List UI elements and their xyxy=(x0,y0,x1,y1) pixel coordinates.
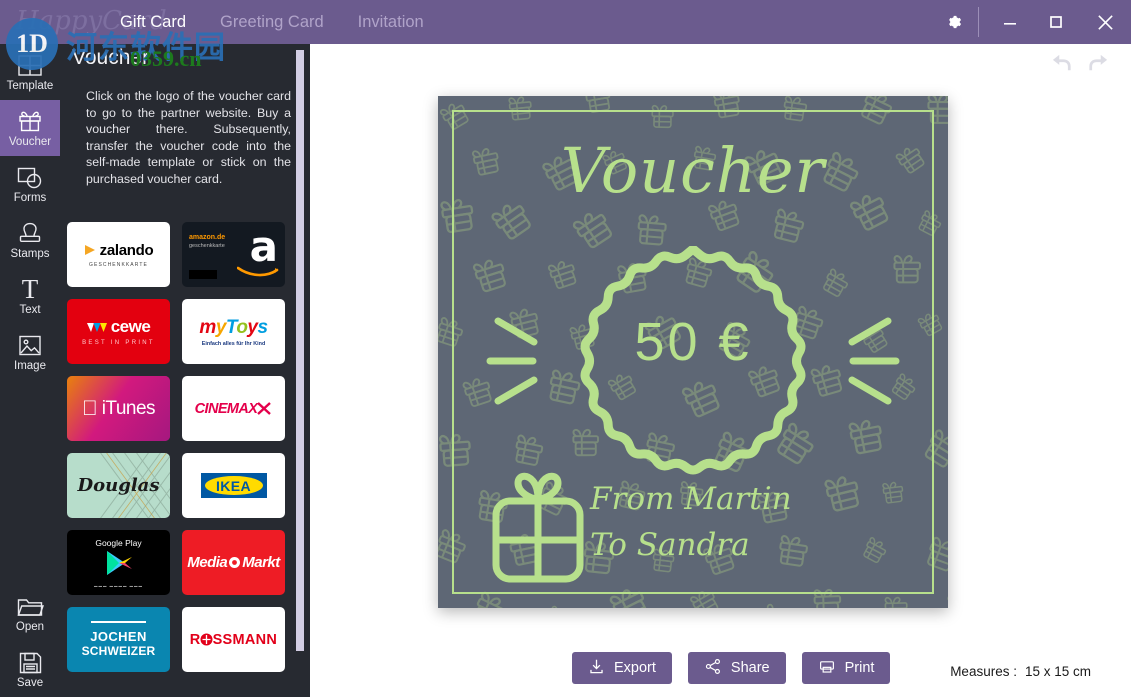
undo-button[interactable] xyxy=(1047,50,1077,80)
minimize-icon xyxy=(1002,14,1018,30)
share-icon xyxy=(704,658,722,679)
template-grid-icon xyxy=(17,52,43,78)
sidebar-item-save[interactable]: Save xyxy=(0,641,60,697)
gear-icon xyxy=(943,12,963,32)
measures-status: Measures : 15 x 15 cm xyxy=(950,664,1091,679)
maximize-icon xyxy=(1048,14,1064,30)
sidebar-item-open[interactable]: Open xyxy=(0,585,60,641)
voucher-tile[interactable]: Google Play ▬▬▬ ▬▬▬▬ ▬▬▬ xyxy=(67,530,170,595)
voucher-tile[interactable]: myToys Einfach alles für Ihr Kind xyxy=(182,299,285,364)
sidebar-item-template[interactable]: Template xyxy=(0,44,60,100)
voucher-tile[interactable]: JOCHEN SCHWEIZER xyxy=(67,607,170,672)
voucher-tile[interactable]: zalando GESCHENKKARTE xyxy=(67,222,170,287)
export-button[interactable]: Export xyxy=(572,652,672,684)
sidebar-item-label: Open xyxy=(15,621,45,633)
tab-invitation[interactable]: Invitation xyxy=(356,0,426,44)
card-amount: 50 € xyxy=(634,312,752,372)
redo-button[interactable] xyxy=(1083,50,1113,80)
share-button[interactable]: Share xyxy=(687,652,786,684)
share-label: Share xyxy=(730,660,770,676)
voucher-tile[interactable]: CINEMAX xyxy=(182,376,285,441)
print-label: Print xyxy=(844,660,875,676)
app-window: HappyCard Gift Card Greeting Card Invita… xyxy=(0,0,1131,697)
image-icon xyxy=(17,332,43,358)
voucher-tile[interactable]: iTunes xyxy=(67,376,170,441)
sidebar-item-label: Stamps xyxy=(10,248,50,260)
card-to-line: To Sandra xyxy=(590,527,750,563)
measures-value: 15 x 15 cm xyxy=(1024,664,1091,679)
left-sidebar: Template Voucher Forms Stamps T Text Ima… xyxy=(0,44,60,697)
printer-icon xyxy=(818,658,836,679)
stamp-icon xyxy=(17,220,43,246)
voucher-panel: Voucher Click on the logo of the voucher… xyxy=(60,44,310,697)
card-names: From Martin To Sandra xyxy=(590,476,890,568)
history-controls xyxy=(1047,50,1113,80)
voucher-tile[interactable]: IKEA xyxy=(182,453,285,518)
sidebar-item-stamps[interactable]: Stamps xyxy=(0,212,60,268)
panel-title: Voucher xyxy=(72,46,150,69)
settings-button[interactable] xyxy=(930,0,976,44)
main-tabs: Gift Card Greeting Card Invitation xyxy=(118,0,426,44)
sidebar-bottom-group: Open Save xyxy=(0,585,60,697)
download-icon xyxy=(588,658,605,679)
toolbar-divider xyxy=(978,7,979,37)
voucher-tile[interactable]: R SSMANN xyxy=(182,607,285,672)
folder-icon xyxy=(16,593,44,619)
panel-scrollbar[interactable] xyxy=(295,44,305,697)
sidebar-item-label: Template xyxy=(6,80,54,92)
floppy-disk-icon xyxy=(18,649,43,675)
print-button[interactable]: Print xyxy=(801,652,891,684)
sidebar-item-forms[interactable]: Forms xyxy=(0,156,60,212)
card-title: Voucher xyxy=(560,134,826,207)
voucher-card-preview[interactable]: Voucher 50 € From Martin To Sandra xyxy=(438,96,948,608)
close-button[interactable] xyxy=(1079,0,1131,44)
sidebar-item-image[interactable]: Image xyxy=(0,324,60,380)
sidebar-item-label: Save xyxy=(16,677,44,689)
sidebar-item-label: Voucher xyxy=(8,136,52,148)
undo-icon xyxy=(1051,53,1073,78)
export-label: Export xyxy=(614,660,656,676)
gift-icon xyxy=(17,108,43,134)
measures-label: Measures : xyxy=(950,664,1017,679)
tab-gift-card[interactable]: Gift Card xyxy=(118,0,188,44)
maximize-button[interactable] xyxy=(1033,0,1079,44)
sidebar-item-label: Text xyxy=(19,304,41,316)
voucher-tile-grid: zalando GESCHENKKARTE amazon.de geschenk… xyxy=(60,222,310,672)
title-bar: HappyCard Gift Card Greeting Card Invita… xyxy=(0,0,1131,44)
voucher-tile[interactable]: Media Markt xyxy=(182,530,285,595)
sidebar-item-voucher[interactable]: Voucher xyxy=(0,100,60,156)
tab-greeting-card[interactable]: Greeting Card xyxy=(218,0,326,44)
voucher-tile[interactable]: cewe BEST IN PRINT xyxy=(67,299,170,364)
voucher-tile[interactable]: amazon.de geschenkkarte a xyxy=(182,222,285,287)
sidebar-item-label: Image xyxy=(14,360,46,372)
voucher-tile[interactable]: Douglas xyxy=(67,453,170,518)
minimize-button[interactable] xyxy=(987,0,1033,44)
sidebar-item-label: Forms xyxy=(13,192,47,204)
close-icon xyxy=(1096,13,1115,32)
sidebar-item-text[interactable]: T Text xyxy=(0,268,60,324)
window-controls xyxy=(930,0,1131,44)
redo-icon xyxy=(1087,53,1109,78)
card-gift-icon xyxy=(492,472,584,583)
card-from-line: From Martin xyxy=(590,481,792,517)
panel-description: Click on the logo of the voucher card to… xyxy=(86,89,291,186)
shapes-icon xyxy=(16,164,44,190)
canvas-area: Voucher 50 € From Martin To Sandra Expor… xyxy=(310,44,1131,697)
scrollbar-thumb[interactable] xyxy=(296,50,304,651)
text-t-icon: T xyxy=(21,274,39,304)
